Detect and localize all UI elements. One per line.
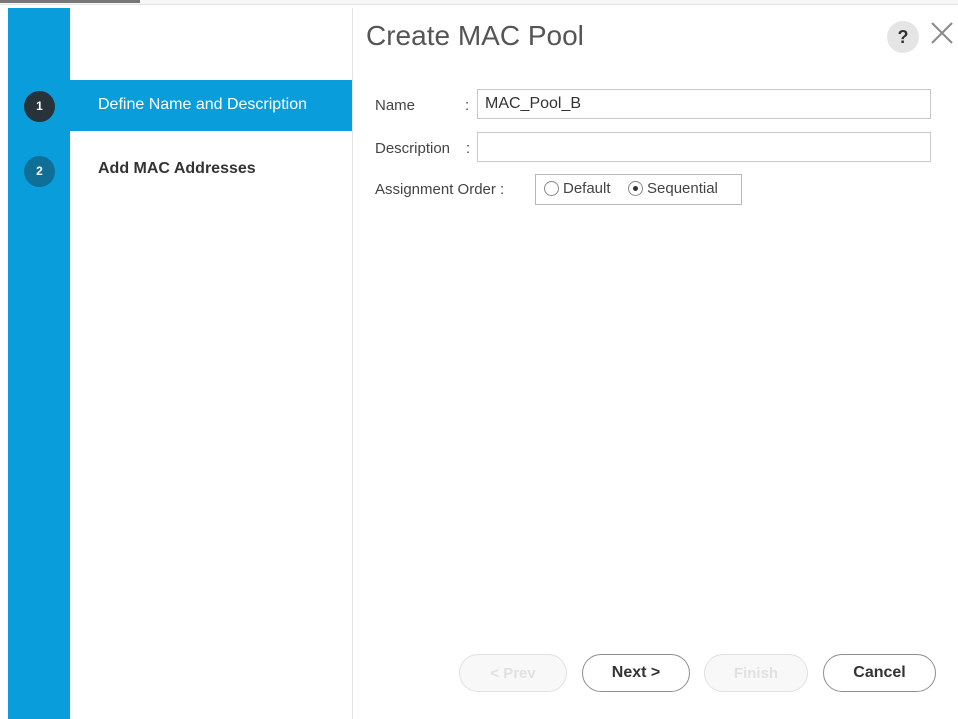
close-icon[interactable] — [927, 18, 957, 48]
top-window-edge — [0, 0, 958, 5]
description-field[interactable] — [477, 132, 931, 162]
radio-sequential-label[interactable]: Sequential — [647, 180, 718, 197]
prev-button[interactable]: < Prev — [459, 654, 567, 692]
dialog-title: Create MAC Pool — [366, 20, 584, 51]
radio-default-label[interactable]: Default — [563, 180, 611, 197]
step-define-name-description[interactable]: Define Name and Description — [98, 96, 307, 114]
step-add-mac-addresses[interactable]: Add MAC Addresses — [98, 160, 256, 178]
assignment-order-label: Assignment Order : — [375, 181, 505, 198]
step-1-number: 1 — [24, 91, 55, 122]
name-colon: : — [465, 97, 470, 114]
name-label: Name — [375, 97, 416, 114]
radio-default[interactable] — [544, 181, 559, 196]
step-2-number: 2 — [24, 156, 55, 187]
panel-divider — [352, 8, 353, 719]
description-label: Description — [375, 140, 451, 157]
help-icon[interactable]: ? — [887, 21, 919, 53]
radio-sequential[interactable] — [628, 181, 643, 196]
assignment-order-radio-group: Default Sequential — [535, 174, 742, 205]
next-button[interactable]: Next > — [582, 654, 690, 692]
description-colon: : — [466, 140, 471, 157]
finish-button[interactable]: Finish — [704, 654, 808, 692]
window-edge-accent — [0, 0, 140, 3]
name-field[interactable] — [477, 89, 931, 119]
cancel-button[interactable]: Cancel — [823, 654, 936, 692]
